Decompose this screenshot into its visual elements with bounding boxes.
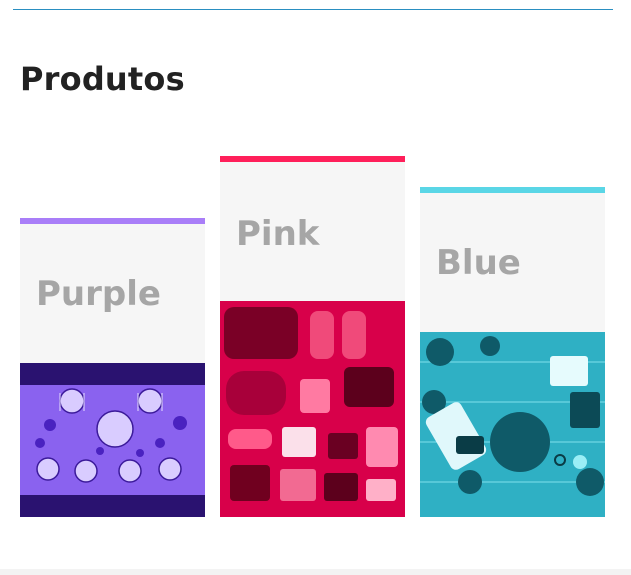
card-accent-bar (420, 187, 605, 193)
product-card-purple[interactable]: Purple (20, 218, 205, 517)
section-title: Produtos (20, 60, 185, 98)
product-card-pink[interactable]: Pink (220, 156, 405, 517)
footer-band (0, 569, 631, 575)
top-divider (13, 9, 613, 10)
camping-gear-photo (220, 301, 405, 517)
card-label: Pink (236, 214, 320, 254)
card-accent-bar (220, 156, 405, 162)
crafts-desk-photo (420, 332, 605, 517)
card-label: Blue (436, 243, 521, 283)
product-card-blue[interactable]: Blue (420, 187, 605, 517)
dining-table-photo (20, 363, 205, 517)
card-label: Purple (36, 274, 161, 314)
card-accent-bar (20, 218, 205, 224)
